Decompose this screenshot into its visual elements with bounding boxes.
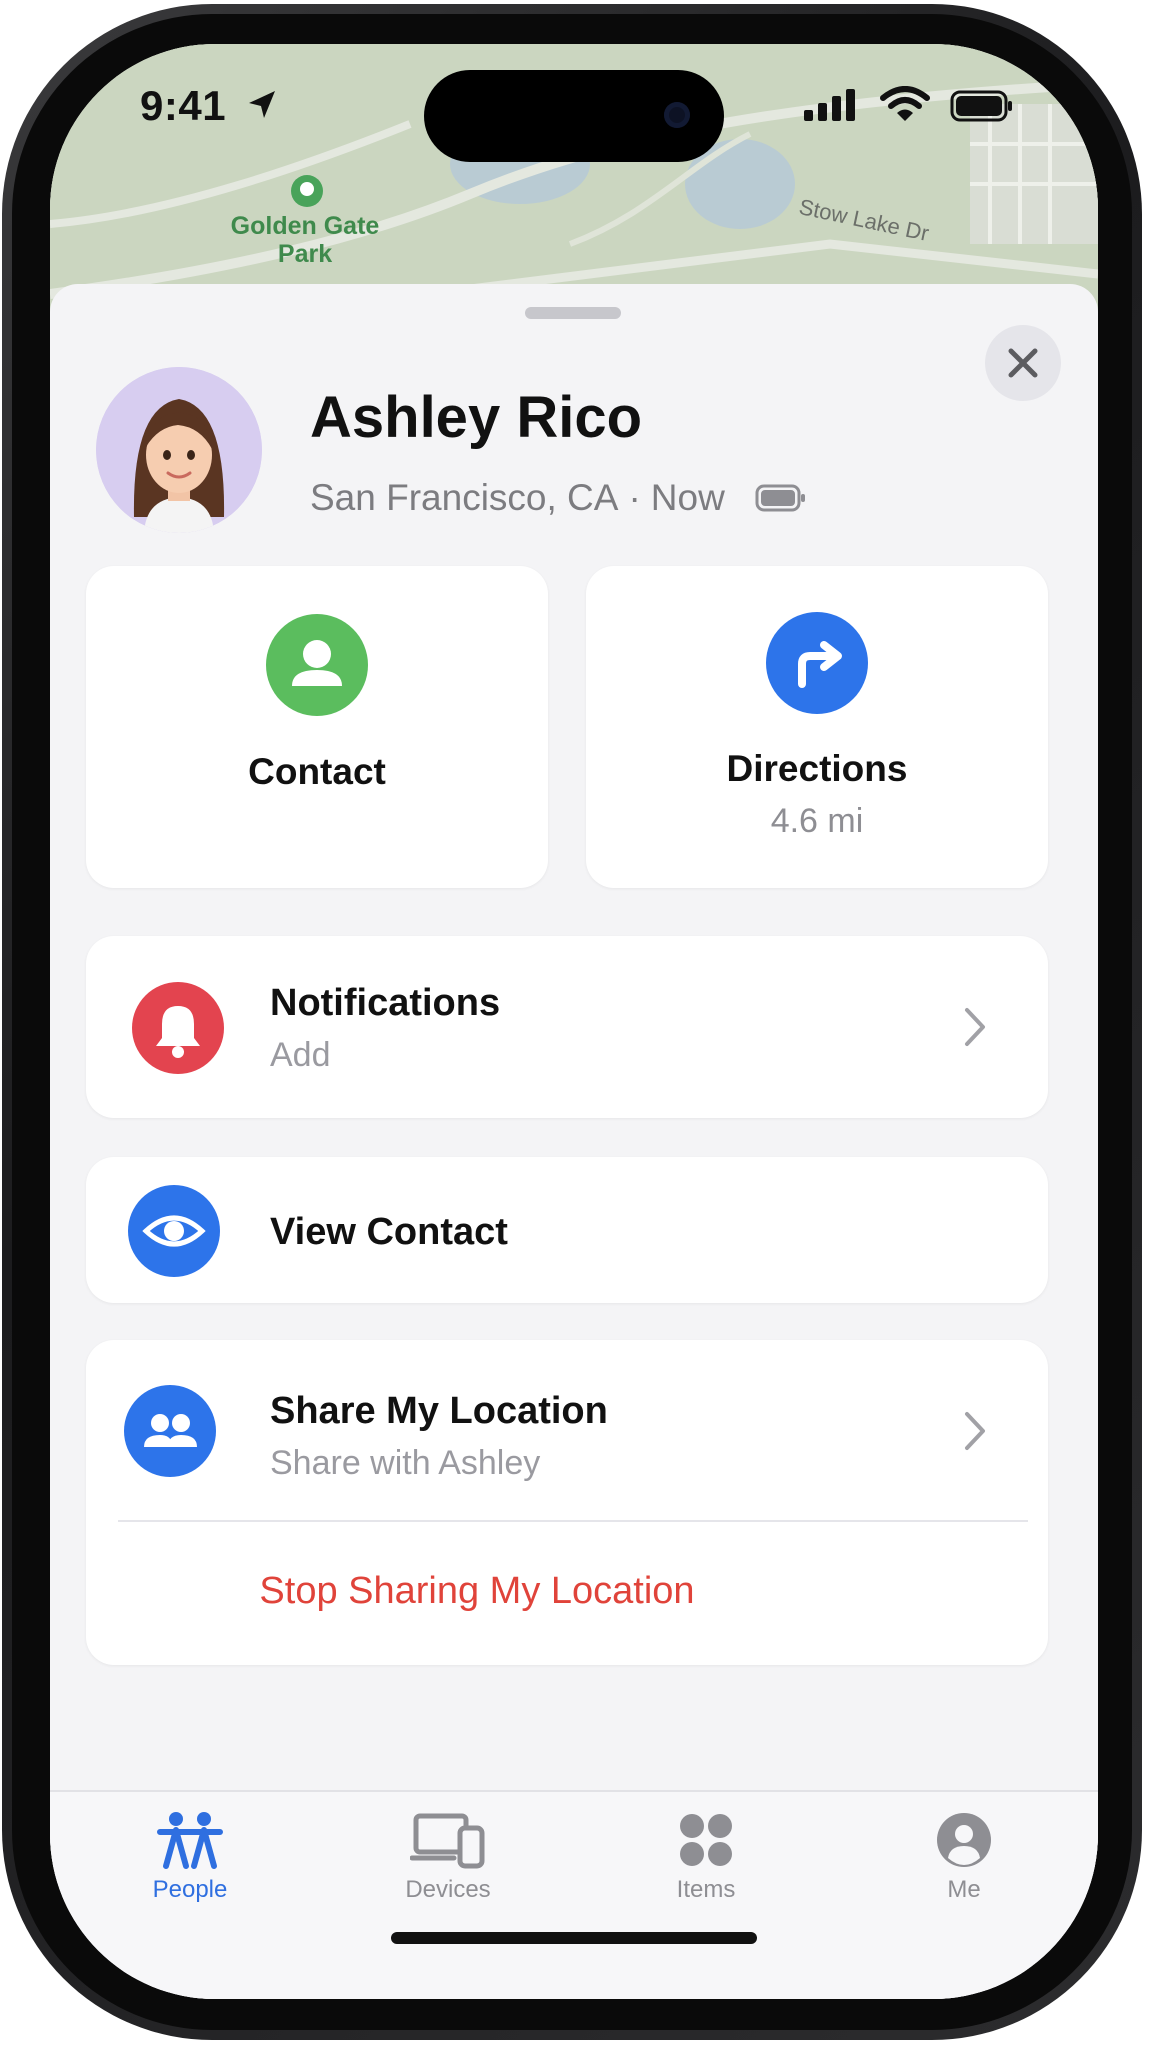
view-contact-title: View Contact bbox=[270, 1211, 508, 1253]
screen: Golden Gate Park Stow Lake Dr 9:41 Ashle… bbox=[50, 44, 1098, 1999]
avatar bbox=[96, 367, 262, 533]
share-location-group: Share My Location Share with Ashley Stop… bbox=[86, 1340, 1048, 1665]
items-icon bbox=[680, 1814, 732, 1866]
tab-devices-label: Devices bbox=[405, 1876, 491, 1903]
updated-time: Now bbox=[650, 477, 725, 518]
status-bar: 9:41 bbox=[50, 44, 1098, 164]
separator-dot: · bbox=[628, 477, 641, 518]
directions-arrow-icon bbox=[766, 612, 868, 714]
people-icon bbox=[157, 1812, 223, 1869]
share-my-location-row[interactable]: Share My Location Share with Ashley bbox=[86, 1340, 1048, 1520]
chevron-right-icon bbox=[965, 1412, 985, 1450]
tab-people[interactable]: People bbox=[110, 1810, 270, 1904]
contact-action-card[interactable]: Contact bbox=[86, 566, 548, 888]
tab-people-label: People bbox=[152, 1876, 228, 1903]
notifications-title: Notifications bbox=[270, 982, 501, 1024]
stop-sharing-button[interactable]: Stop Sharing My Location bbox=[50, 1570, 958, 1613]
share-location-title: Share My Location bbox=[270, 1390, 608, 1432]
park-pin-icon bbox=[291, 175, 323, 207]
person-battery-icon bbox=[755, 484, 805, 512]
tab-me[interactable]: Me bbox=[884, 1810, 1044, 1904]
share-location-subtitle: Share with Ashley bbox=[270, 1444, 541, 1482]
map-park-label: Golden Gate Park bbox=[230, 212, 380, 268]
notifications-subtitle: Add bbox=[270, 1036, 331, 1074]
tab-items[interactable]: Items bbox=[626, 1810, 786, 1904]
cellular-signal-icon bbox=[804, 89, 855, 121]
person-detail-sheet: Ashley Rico San Francisco, CA · Now Cont… bbox=[50, 284, 1098, 1999]
view-contact-row[interactable]: View Contact bbox=[86, 1157, 1048, 1303]
close-button[interactable] bbox=[985, 325, 1061, 401]
tab-items-label: Items bbox=[676, 1876, 736, 1903]
bell-icon bbox=[132, 982, 224, 1074]
person-name: Ashley Rico bbox=[310, 385, 642, 450]
home-indicator[interactable] bbox=[391, 1932, 757, 1944]
directions-distance: 4.6 mi bbox=[770, 802, 864, 840]
row-divider bbox=[118, 1520, 1028, 1522]
chevron-right-icon bbox=[965, 1008, 985, 1046]
directions-action-card[interactable]: Directions 4.6 mi bbox=[586, 566, 1048, 888]
me-icon bbox=[937, 1813, 991, 1867]
person-status-line: San Francisco, CA · Now bbox=[310, 477, 807, 519]
status-time: 9:41 bbox=[140, 82, 227, 129]
eye-icon bbox=[128, 1185, 220, 1277]
person-location: San Francisco, CA bbox=[310, 477, 619, 518]
tab-me-label: Me bbox=[947, 1876, 981, 1903]
sheet-grabber[interactable] bbox=[525, 307, 621, 319]
notifications-row[interactable]: Notifications Add bbox=[86, 936, 1048, 1118]
contact-person-icon bbox=[266, 614, 368, 716]
camera-icon bbox=[664, 102, 690, 128]
tab-bar: People Devices Items Me bbox=[50, 1790, 1098, 1999]
directions-label: Directions bbox=[726, 748, 908, 789]
location-arrow-icon bbox=[249, 91, 275, 118]
memoji-avatar-icon bbox=[96, 367, 262, 533]
close-icon bbox=[1008, 348, 1038, 378]
devices-icon bbox=[410, 1813, 485, 1869]
contact-label: Contact bbox=[248, 751, 386, 792]
wifi-icon bbox=[880, 86, 930, 121]
battery-icon bbox=[950, 90, 1012, 122]
tab-devices[interactable]: Devices bbox=[368, 1810, 528, 1904]
two-people-icon bbox=[124, 1385, 216, 1477]
